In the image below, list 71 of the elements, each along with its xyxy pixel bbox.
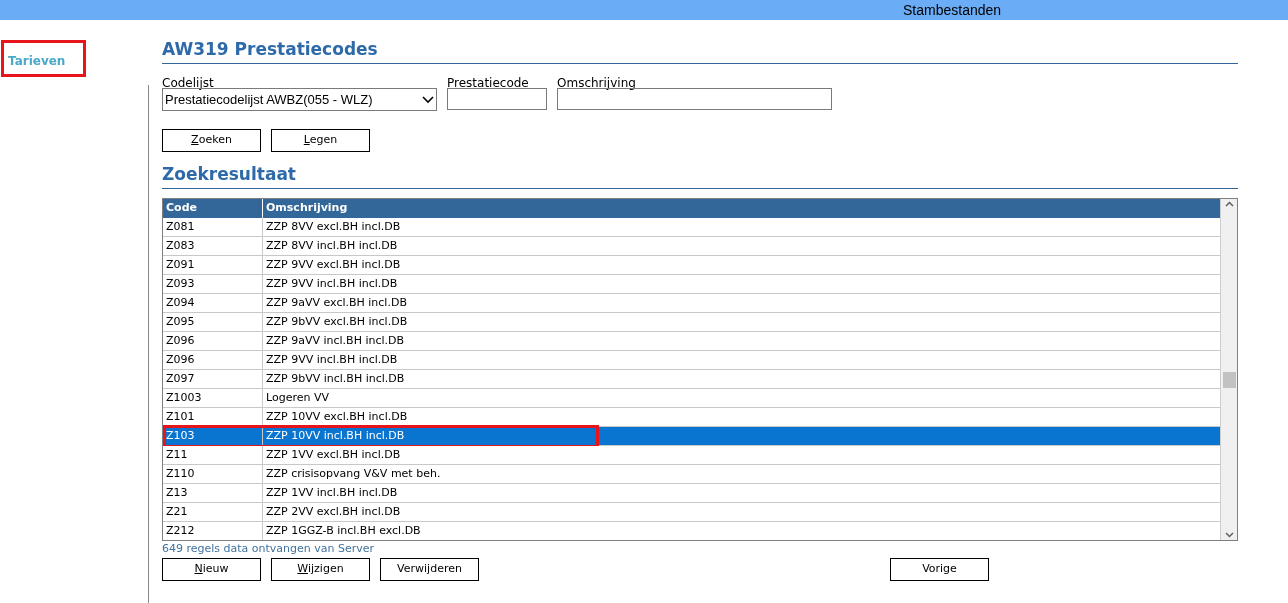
table-cell-text: ZZP 1VV excl.BH incl.DB (265, 446, 402, 463)
form-button[interactable]: Zoeken (162, 129, 261, 152)
table-row[interactable]: Z11 ZZP 1VV excl.BH incl.DB (163, 446, 1220, 465)
table-row[interactable]: Z103 ZZP 10VV incl.BH incl.DB (163, 427, 1220, 446)
table-cell: Z095 (163, 313, 263, 331)
table-cell: Z212 (163, 522, 263, 540)
table-row[interactable]: Z094 ZZP 9aVV excl.BH incl.DB (163, 294, 1220, 313)
table-row[interactable]: Z096 ZZP 9aVV incl.BH incl.DB (163, 332, 1220, 351)
table-cell-text: ZZP 9VV excl.BH incl.DB (265, 256, 402, 273)
table-row[interactable]: Z097 ZZP 9bVV incl.BH incl.DB (163, 370, 1220, 389)
chevron-down-icon[interactable] (1224, 532, 1234, 538)
table-cell: Z097 (163, 370, 263, 388)
table-cell-text: ZZP 10VV excl.BH incl.DB (265, 408, 409, 425)
status-text: 649 regels data ontvangen van Server (162, 541, 376, 556)
table-cell-text: ZZP 1GGZ-B incl.BH excl.DB (265, 522, 422, 539)
table-row[interactable]: Z096 ZZP 9VV incl.BH incl.DB (163, 351, 1220, 370)
table-cell-text: ZZP 8VV excl.BH incl.DB (265, 218, 402, 235)
table-row[interactable]: Z093 ZZP 9VV incl.BH incl.DB (163, 275, 1220, 294)
table-cell: Z21 (163, 503, 263, 521)
table-cell: Z101 (163, 408, 263, 426)
table-cell-text: ZZP 9aVV excl.BH incl.DB (265, 294, 408, 311)
form-button[interactable]: Verwijderen (380, 558, 479, 581)
table-cell: Z094 (163, 294, 263, 312)
table-cell-text: ZZP 10VV incl.BH incl.DB (265, 427, 406, 444)
table-cell-text: ZZP 2VV excl.BH incl.DB (265, 503, 402, 520)
top-bar-title: Stambestanden (903, 0, 1002, 20)
field-label: Omschrijving (557, 75, 637, 88)
form-button[interactable]: Legen (271, 129, 370, 152)
table-row[interactable]: Z083 ZZP 8VV incl.BH incl.DB (163, 237, 1220, 256)
omschrijving-input[interactable] (557, 88, 832, 110)
table-row[interactable]: Z081 ZZP 8VV excl.BH incl.DB (163, 218, 1220, 237)
table-cell: Z081 (163, 218, 263, 236)
table-row[interactable]: Z1003 Logeren VV (163, 389, 1220, 408)
chevron-up-icon[interactable] (1224, 201, 1234, 207)
table-cell: Z1003 (163, 389, 263, 407)
table-cell-text: ZZP 9bVV excl.BH incl.DB (265, 313, 409, 330)
table-cell-text: ZZP 9VV incl.BH incl.DB (265, 275, 399, 292)
table-row[interactable]: Z21 ZZP 2VV excl.BH incl.DB (163, 503, 1220, 522)
table-row[interactable]: Z110 ZZP crisisopvang V&V met beh. (163, 465, 1220, 484)
table-row[interactable]: Z091 ZZP 9VV excl.BH incl.DB (163, 256, 1220, 275)
table-cell: Z13 (163, 484, 263, 502)
table-cell: Z093 (163, 275, 263, 293)
scrollbar-thumb[interactable] (1222, 372, 1236, 388)
section-title: Zoekresultaat (162, 162, 296, 186)
table-cell: Z083 (163, 237, 263, 255)
form-button[interactable]: Wijzigen (271, 558, 370, 581)
table-cell-text: ZZP 9VV incl.BH incl.DB (265, 351, 399, 368)
table-cell: Z096 (163, 351, 263, 369)
table-cell-text: ZZP 9bVV incl.BH incl.DB (265, 370, 406, 387)
table-cell-text: ZZP 9aVV incl.BH incl.DB (265, 332, 406, 349)
table-cell-text: ZZP 8VV incl.BH incl.DB (265, 237, 399, 254)
table-row[interactable]: Z13 ZZP 1VV incl.BH incl.DB (163, 484, 1220, 503)
table-cell-text: Logeren VV (265, 389, 330, 406)
codelijst-dropdown[interactable]: Prestatiecodelijst AWBZ(055 - WLZ) (162, 88, 437, 111)
page-title: AW319 Prestatiecodes (162, 37, 378, 61)
table-cell-text: ZZP crisisopvang V&V met beh. (265, 465, 442, 482)
prestatiecode-input[interactable] (447, 88, 547, 110)
table-row[interactable]: Z095 ZZP 9bVV excl.BH incl.DB (163, 313, 1220, 332)
table-row[interactable]: Z101 ZZP 10VV excl.BH incl.DB (163, 408, 1220, 427)
form-button[interactable]: Nieuw (162, 558, 261, 581)
field-label: Prestatiecode (447, 75, 530, 88)
table-cell: Z096 (163, 332, 263, 350)
field-label: Codelijst (162, 75, 215, 88)
table-cell: Z11 (163, 446, 263, 464)
chevron-down-icon (422, 95, 434, 104)
table-cell: Z103 (163, 427, 263, 445)
form-button[interactable]: Vorige (890, 558, 989, 581)
table-cell: Z091 (163, 256, 263, 274)
table-cell-text: ZZP 1VV incl.BH incl.DB (265, 484, 399, 501)
column-header[interactable]: Omschrijving (263, 199, 1220, 218)
table-cell: Z110 (163, 465, 263, 483)
